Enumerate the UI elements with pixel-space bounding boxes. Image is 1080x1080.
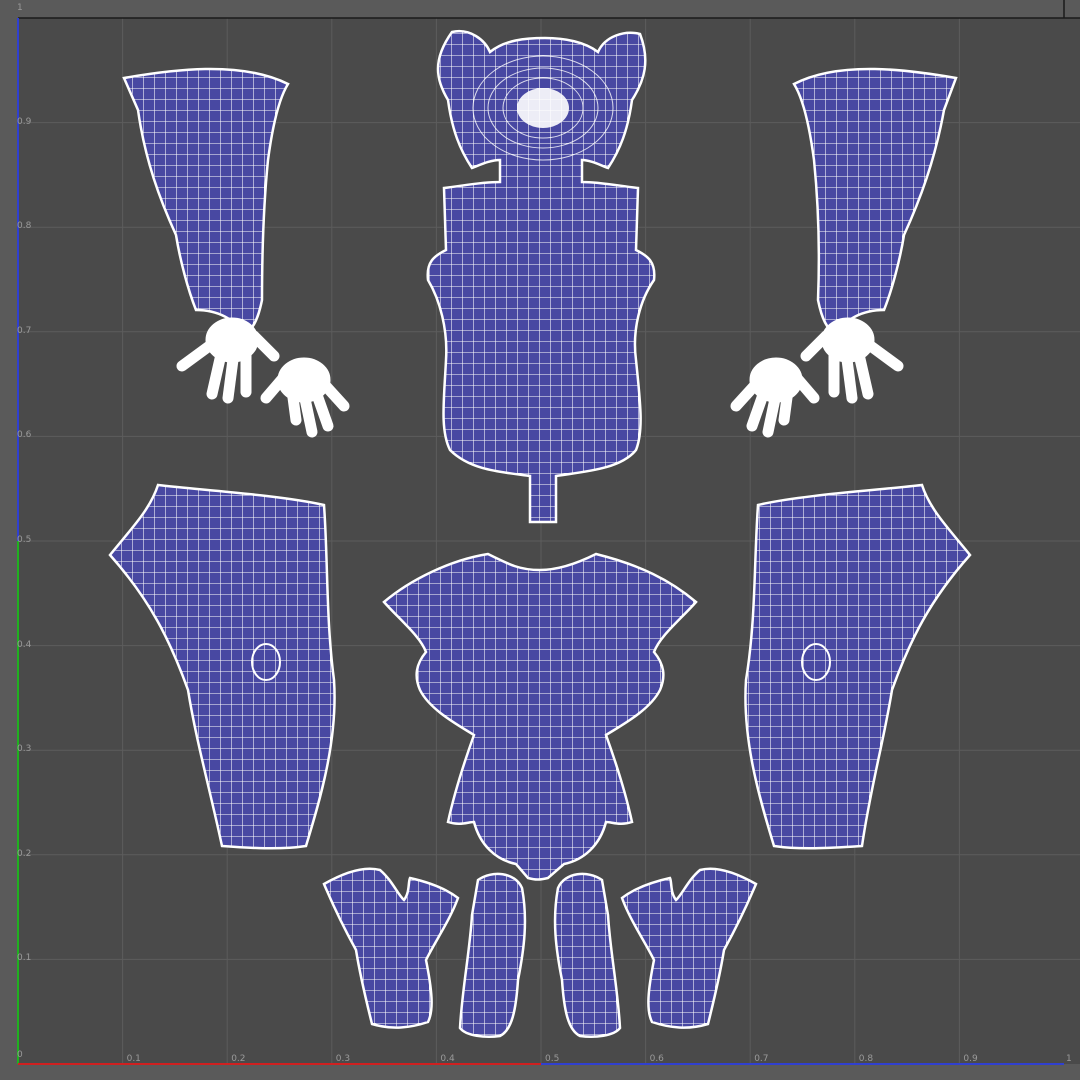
u-axis-tick-label: 0.7	[754, 1054, 769, 1064]
u-axis-tick-label: 0.9	[963, 1054, 978, 1064]
u-axis-tick-label: 1	[1066, 1054, 1072, 1064]
v-axis-tick-label: 0.2	[17, 848, 32, 859]
v-axis-tick-label: 0.6	[17, 430, 32, 441]
v-axis-tick-label: 0.7	[17, 325, 32, 336]
uv-canvas[interactable]	[0, 0, 1080, 1080]
head-torso-front-shell[interactable]	[426, 29, 656, 524]
v-axis-tick-label: 0.4	[17, 639, 32, 650]
u-axis-tick-label: 0.1	[126, 1054, 141, 1064]
u-axis-tick-label: 0.3	[335, 1054, 351, 1064]
v-axis-tick-label: 0.1	[17, 953, 32, 964]
uv-texture-editor[interactable]: 1 0.9 0.8 0.7 0.6 0.5 0.4 0.3 0.2 0.1 0 0.1 0.2 0.3 0…	[0, 0, 1080, 1080]
u-axis-tick-label: 0.5	[545, 1054, 560, 1064]
v-axis-tick-label: 1	[17, 3, 23, 13]
v-axis-tick-label: 0.8	[17, 221, 32, 232]
u-axis-tick-label: 0.8	[858, 1054, 874, 1064]
u-axis-tick-label: 0.2	[231, 1054, 246, 1064]
v-axis-tick-label: 0.9	[17, 116, 32, 127]
v-axis-tick-label: 0.3	[17, 744, 32, 755]
v-axis-tick-label: 0	[17, 1050, 23, 1060]
v-axis-tick-label: 0.5	[17, 535, 32, 545]
u-axis-tick-label: 0.4	[440, 1054, 455, 1064]
u-axis-tick-label: 0.6	[649, 1054, 664, 1064]
